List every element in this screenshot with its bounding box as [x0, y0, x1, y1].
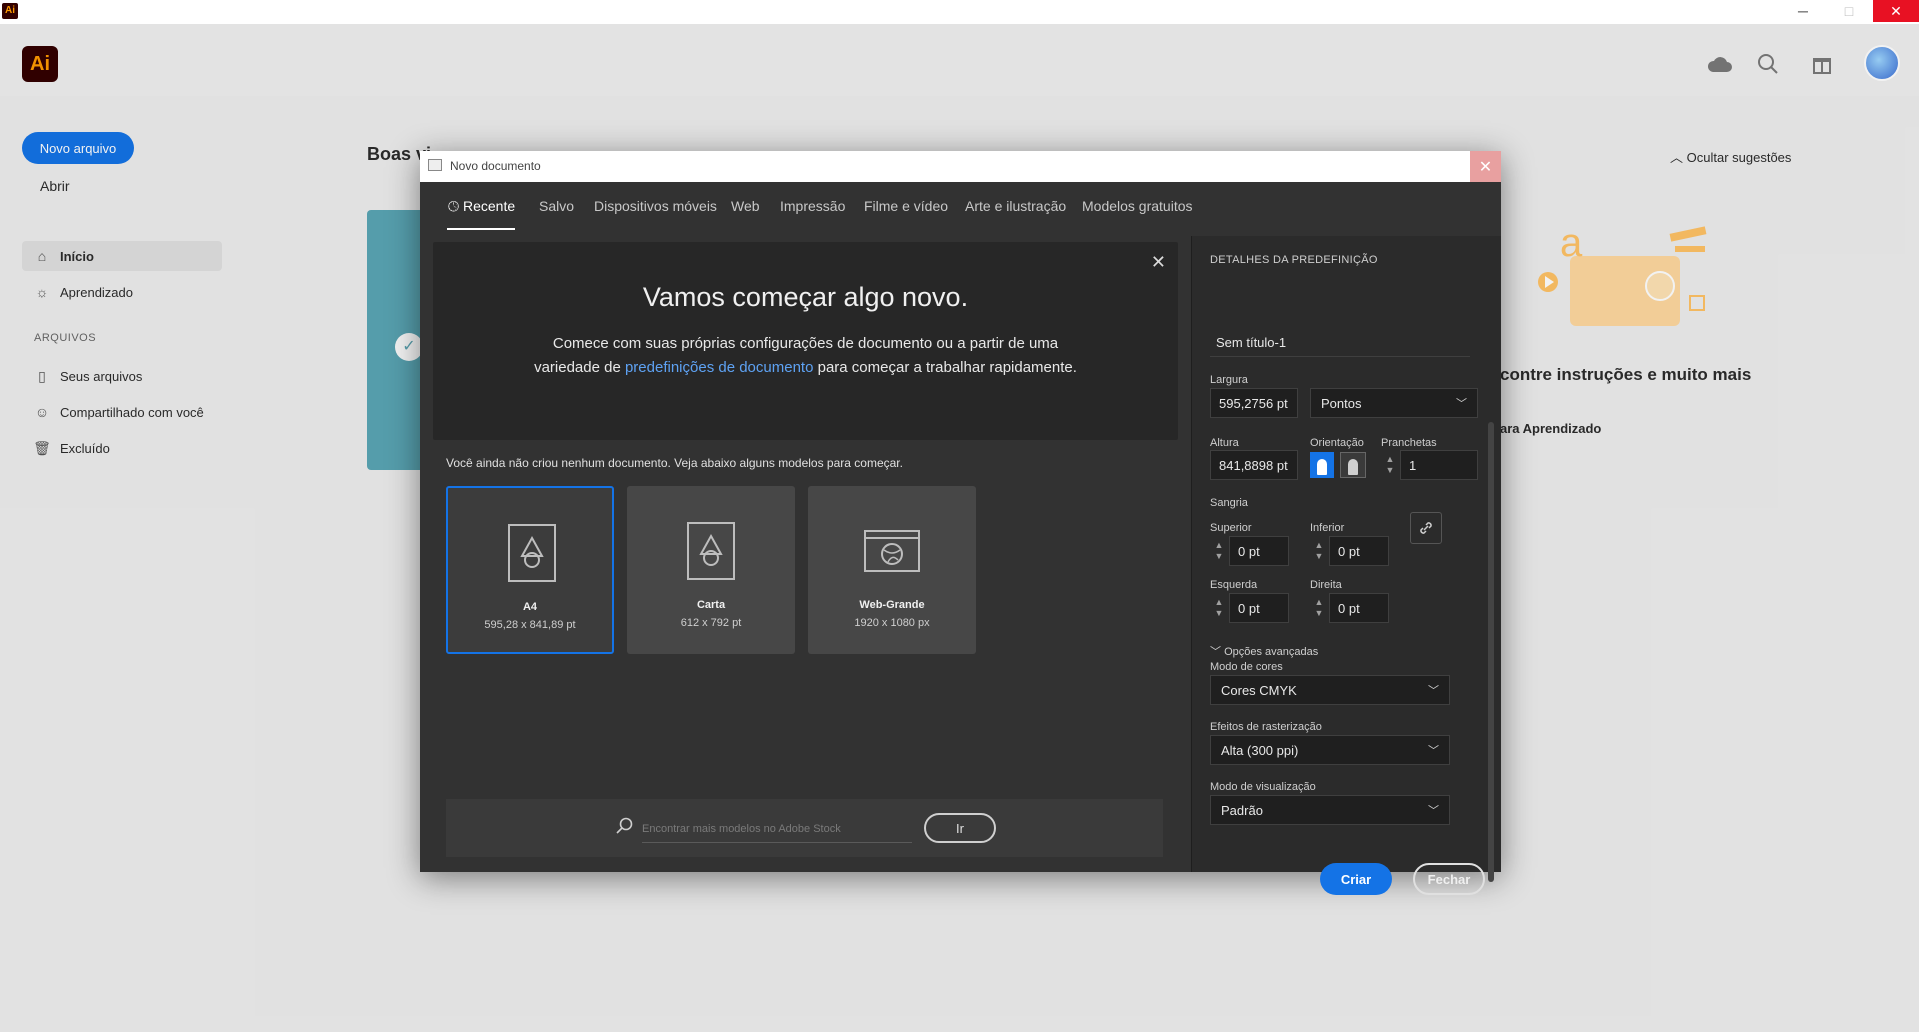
artboards-field[interactable]: 1	[1400, 450, 1478, 480]
portrait-icon	[1317, 459, 1327, 475]
width-label: Largura	[1210, 374, 1248, 386]
create-button[interactable]: Criar	[1320, 863, 1392, 895]
right-bleed-label: Direita	[1310, 579, 1342, 591]
template-name: Carta	[696, 599, 726, 611]
dialog-window-icon	[428, 159, 442, 171]
preview-mode-label: Modo de visualização	[1210, 781, 1316, 793]
template-tile-letter[interactable]: Carta 612 x 792 pt	[627, 486, 795, 654]
width-field[interactable]: 595,2756 pt	[1210, 388, 1298, 418]
advanced-options-toggle[interactable]: ﹀ Opções avançadas	[1210, 643, 1318, 659]
orientation-label: Orientação	[1310, 437, 1364, 449]
top-bleed-stepper[interactable]: ▲ ▼	[1210, 536, 1228, 566]
color-mode-select[interactable]: Cores CMYK ﹀	[1210, 675, 1450, 705]
color-mode-value: Cores CMYK	[1221, 682, 1297, 698]
template-tile-web-large[interactable]: Web-Grande 1920 x 1080 px	[808, 486, 976, 654]
template-name: A4	[522, 601, 538, 613]
preset-details-heading: DETALHES DA PREDEFINIÇÃO	[1210, 254, 1378, 266]
bottom-bleed-stepper[interactable]: ▲ ▼	[1310, 536, 1328, 566]
tab-free-templates[interactable]: Modelos gratuitos	[1082, 198, 1193, 214]
stock-search-bar: Ir	[446, 799, 1163, 857]
maximize-button[interactable]: □	[1826, 0, 1872, 22]
top-bleed-field[interactable]: 0 pt	[1229, 536, 1289, 566]
advanced-options-label: Opções avançadas	[1224, 646, 1319, 658]
panel-scrollbar[interactable]	[1488, 422, 1494, 882]
tab-recent[interactable]: 🕓︎ Recente	[448, 198, 515, 215]
bottom-bleed-field[interactable]: 0 pt	[1329, 536, 1389, 566]
chevron-down-icon: ﹀	[1456, 398, 1467, 410]
document-shapes-icon	[687, 522, 735, 580]
right-bleed-field[interactable]: 0 pt	[1329, 593, 1389, 623]
chevron-down-icon: ﹀	[1428, 685, 1439, 697]
artboards-stepper[interactable]: ▲ ▼	[1381, 450, 1399, 480]
dialog-titlebar: Novo documento ✕	[420, 151, 1501, 182]
height-field[interactable]: 841,8898 pt	[1210, 450, 1298, 480]
template-size: 612 x 792 pt	[680, 617, 742, 629]
template-size: 595,28 x 841,89 pt	[484, 619, 576, 631]
template-tile-a4[interactable]: A4 595,28 x 841,89 pt	[446, 486, 614, 654]
left-bleed-stepper[interactable]: ▲ ▼	[1210, 593, 1228, 623]
intro-title: Vamos começar algo novo.	[642, 282, 969, 312]
chevron-down-icon: ﹀	[1428, 805, 1439, 817]
left-bleed-label: Esquerda	[1210, 579, 1258, 591]
raster-effects-select[interactable]: Alta (300 ppi) ﹀	[1210, 735, 1450, 765]
dialog-close-button[interactable]: ✕	[1470, 151, 1501, 182]
tab-label: Recente	[462, 198, 516, 214]
left-bleed-field[interactable]: 0 pt	[1229, 593, 1289, 623]
tab-web[interactable]: Web	[731, 198, 760, 214]
tab-saved[interactable]: Salvo	[539, 198, 574, 214]
preset-tabs: 🕓︎ Recente Salvo Dispositivos móveis Web…	[420, 182, 1501, 236]
tab-film-video[interactable]: Filme e vídeo	[864, 198, 948, 214]
intro-text: Comece com suas próprias configurações d…	[528, 332, 1083, 380]
chevron-down-icon: ﹀	[1428, 745, 1439, 757]
document-shapes-icon	[508, 524, 556, 582]
color-mode-label: Modo de cores	[1210, 661, 1283, 673]
preview-mode-select[interactable]: Padrão ﹀	[1210, 795, 1450, 825]
window-titlebar: Ai ─ □ ✕	[0, 0, 1919, 24]
models-caption: Você ainda não criou nenhum documento. V…	[446, 456, 903, 470]
tab-print[interactable]: Impressão	[780, 198, 845, 214]
chevron-down-icon: ﹀	[1210, 646, 1225, 658]
landscape-orientation-button[interactable]	[1340, 452, 1366, 478]
minimize-button[interactable]: ─	[1780, 0, 1826, 22]
intro-panel: ✕ Vamos começar algo novo. Comece com su…	[433, 242, 1178, 440]
units-select[interactable]: Pontos ﹀	[1310, 388, 1478, 418]
dialog-title: Novo documento	[450, 159, 541, 173]
right-bleed-stepper[interactable]: ▲ ▼	[1310, 593, 1328, 623]
units-value: Pontos	[1321, 395, 1362, 411]
bottom-bleed-label: Inferior	[1310, 522, 1345, 534]
document-name-field[interactable]: Sem título-1	[1210, 329, 1470, 357]
template-size: 1920 x 1080 px	[854, 617, 930, 629]
window-close-button[interactable]: ✕	[1873, 0, 1919, 22]
portrait-orientation-button[interactable]	[1310, 452, 1334, 478]
active-tab-indicator	[447, 228, 515, 230]
stock-search-input[interactable]	[642, 815, 912, 843]
template-name: Web-Grande	[859, 599, 925, 611]
tab-art-illustration[interactable]: Arte e ilustração	[965, 198, 1066, 214]
bleed-label: Sangria	[1210, 497, 1248, 509]
clock-icon: 🕓︎	[448, 198, 463, 214]
search-icon	[616, 817, 634, 840]
height-label: Altura	[1210, 437, 1239, 449]
go-button[interactable]: Ir	[924, 813, 996, 843]
close-button[interactable]: Fechar	[1413, 863, 1485, 895]
app-badge-icon: Ai	[2, 3, 18, 19]
tab-mobile[interactable]: Dispositivos móveis	[594, 198, 717, 214]
web-globe-icon	[864, 530, 920, 572]
preset-details-panel: DETALHES DA PREDEFINIÇÃO Sem título-1 La…	[1191, 236, 1501, 895]
raster-effects-label: Efeitos de rasterização	[1210, 721, 1322, 733]
presets-link[interactable]: predefinições de documento	[625, 359, 813, 376]
top-bleed-label: Superior	[1210, 522, 1252, 534]
new-document-dialog: Novo documento ✕ 🕓︎ Recente Salvo Dispos…	[420, 151, 1501, 895]
close-icon[interactable]: ✕	[1151, 252, 1166, 273]
link-bleed-icon[interactable]	[1410, 512, 1442, 544]
artboards-label: Pranchetas	[1381, 437, 1437, 449]
raster-effects-value: Alta (300 ppi)	[1221, 742, 1299, 758]
landscape-icon	[1348, 459, 1358, 475]
preview-mode-value: Padrão	[1221, 802, 1263, 818]
intro-text-part: para começar a trabalhar rapidamente.	[813, 359, 1077, 376]
